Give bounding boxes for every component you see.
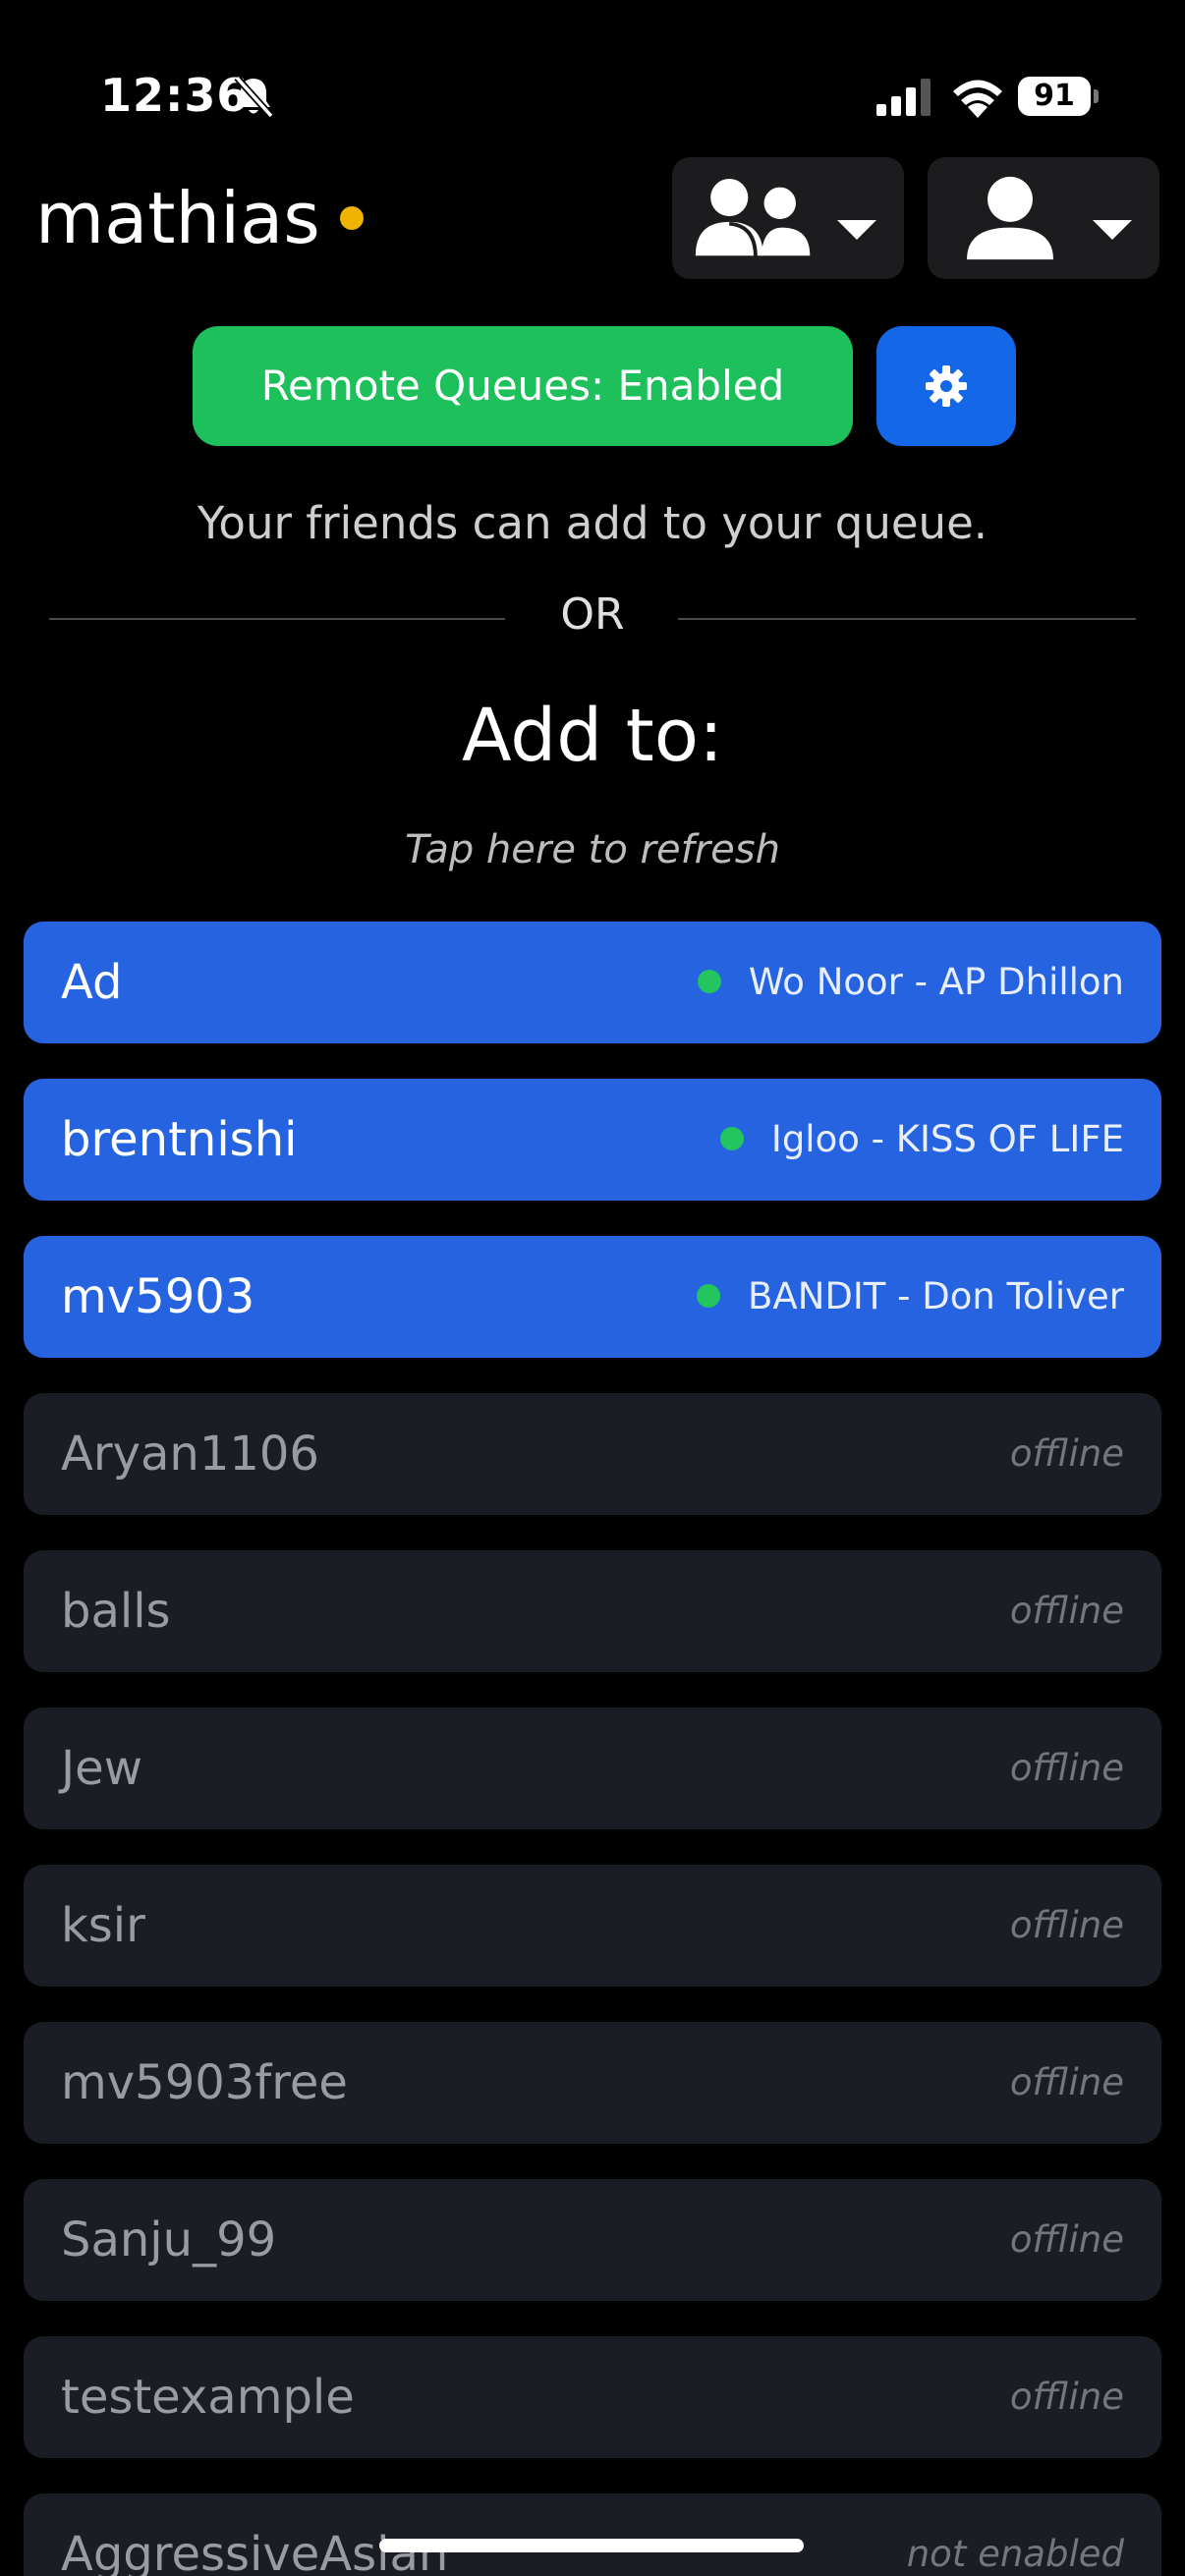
users-icon bbox=[695, 178, 811, 258]
friend-status: offline bbox=[1010, 1550, 1124, 1672]
friend-name: Aryan1106 bbox=[61, 1427, 319, 1482]
friends-dropdown-button[interactable] bbox=[672, 157, 904, 279]
friend-status: offline bbox=[1010, 2336, 1124, 2458]
cellular-signal-icon bbox=[876, 79, 931, 116]
divider-line-right bbox=[678, 618, 1136, 620]
friend-row[interactable]: mv5903 BANDIT - Don Toliver bbox=[24, 1236, 1161, 1358]
friend-name: AggressiveAsian bbox=[61, 2527, 449, 2576]
battery-icon: 91 bbox=[1018, 77, 1099, 116]
add-to-heading: Add to: bbox=[461, 694, 723, 778]
friend-row[interactable]: Jew offline bbox=[24, 1708, 1161, 1829]
friend-row[interactable]: Sanju_99 offline bbox=[24, 2179, 1161, 2301]
friend-name: Sanju_99 bbox=[61, 2212, 277, 2268]
gear-icon bbox=[926, 365, 967, 407]
friend-status-text: Igloo - KISS OF LIFE bbox=[770, 1118, 1124, 1160]
now-playing-status: BANDIT - Don Toliver bbox=[697, 1236, 1124, 1358]
friend-status-text: offline bbox=[1009, 1904, 1124, 1946]
remote-queues-toggle-button[interactable]: Remote Queues: Enabled bbox=[193, 326, 853, 446]
friend-status-text: offline bbox=[1009, 2061, 1124, 2103]
friend-row[interactable]: brentnishi Igloo - KISS OF LIFE bbox=[24, 1079, 1161, 1201]
listening-dot-icon bbox=[697, 969, 721, 993]
username-title: mathias bbox=[35, 177, 320, 259]
friend-status-text: BANDIT - Don Toliver bbox=[748, 1275, 1124, 1317]
friend-list: Ad Wo Noor - AP Dhillon brentnishi Igloo - … bbox=[24, 922, 1161, 2576]
friend-name: ksir bbox=[61, 1898, 145, 1953]
friend-status: offline bbox=[1010, 2179, 1124, 2301]
friend-name: Jew bbox=[61, 1741, 142, 1796]
home-indicator[interactable] bbox=[379, 2539, 804, 2552]
friend-name: testexample bbox=[61, 2370, 355, 2425]
friend-status: offline bbox=[1010, 2022, 1124, 2144]
friend-status: offline bbox=[1010, 1865, 1124, 1987]
friend-row[interactable]: testexample offline bbox=[24, 2336, 1161, 2458]
friend-status-text: offline bbox=[1009, 2376, 1124, 2418]
remote-queue-settings-button[interactable] bbox=[876, 326, 1016, 446]
friend-status-text: not enabled bbox=[906, 2533, 1124, 2575]
now-playing-status: Wo Noor - AP Dhillon bbox=[697, 922, 1124, 1043]
now-playing-status: Igloo - KISS OF LIFE bbox=[719, 1079, 1124, 1201]
friend-name: Ad bbox=[61, 955, 123, 1010]
listening-dot-icon bbox=[719, 1126, 744, 1150]
status-bar: 12:36 91 bbox=[0, 0, 1185, 147]
friend-status-text: offline bbox=[1009, 1432, 1124, 1475]
friend-row[interactable]: mv5903free offline bbox=[24, 2022, 1161, 2144]
friend-status: offline bbox=[1010, 1393, 1124, 1515]
battery-level: 91 bbox=[1018, 77, 1091, 116]
friend-status-text: offline bbox=[1009, 2218, 1124, 2261]
friend-status-text: offline bbox=[1009, 1747, 1124, 1789]
friend-status-text: Wo Noor - AP Dhillon bbox=[748, 961, 1124, 1003]
friend-row[interactable]: balls offline bbox=[24, 1550, 1161, 1672]
chevron-down-icon bbox=[837, 220, 876, 240]
user-icon bbox=[967, 176, 1053, 260]
friend-name: mv5903free bbox=[61, 2055, 348, 2110]
bell-slash-icon bbox=[234, 75, 274, 119]
profile-dropdown-button[interactable] bbox=[928, 157, 1159, 279]
friend-status-text: offline bbox=[1009, 1590, 1124, 1632]
friend-row[interactable]: Ad Wo Noor - AP Dhillon bbox=[24, 922, 1161, 1043]
wifi-icon bbox=[953, 80, 1002, 118]
presence-dot bbox=[340, 206, 364, 230]
friend-status: offline bbox=[1010, 1708, 1124, 1829]
friend-row[interactable]: AggressiveAsian not enabled bbox=[24, 2493, 1161, 2576]
chevron-down-icon bbox=[1093, 220, 1132, 240]
battery-tip bbox=[1094, 89, 1099, 103]
listening-dot-icon bbox=[697, 1283, 721, 1308]
refresh-hint-button[interactable]: Tap here to refresh bbox=[0, 827, 1185, 872]
remote-queue-info-text: Your friends can add to your queue. bbox=[197, 497, 988, 549]
status-time: 12:36 bbox=[100, 69, 250, 122]
friend-status: not enabled bbox=[907, 2493, 1124, 2576]
or-divider-label: OR bbox=[560, 589, 625, 640]
friend-name: balls bbox=[61, 1584, 171, 1639]
friend-row[interactable]: Aryan1106 offline bbox=[24, 1393, 1161, 1515]
friend-name: brentnishi bbox=[61, 1112, 298, 1167]
friend-name: mv5903 bbox=[61, 1269, 255, 1324]
friend-row[interactable]: ksir offline bbox=[24, 1865, 1161, 1987]
